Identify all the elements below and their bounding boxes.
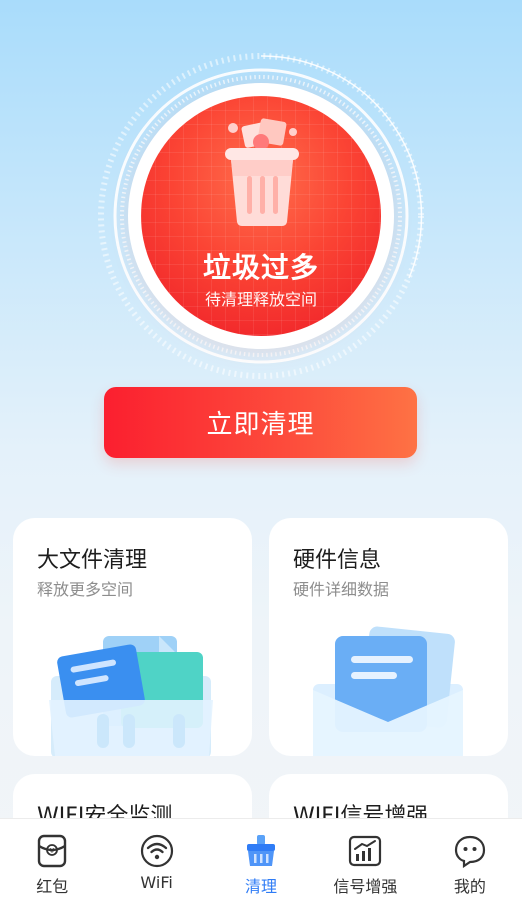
signal-chart-icon <box>348 833 382 869</box>
tab-label: 我的 <box>453 877 486 896</box>
tab-cleanup[interactable]: 清理 <box>209 819 313 898</box>
tab-label: WiFi <box>140 873 173 892</box>
tab-wifi[interactable]: WiFi <box>104 819 208 898</box>
dial-core: 垃圾过多 待清理释放空间 <box>141 96 381 336</box>
card-hardware-info[interactable]: 硬件信息 硬件详细数据 <box>269 518 508 756</box>
card-title: 硬件信息 <box>293 548 382 573</box>
status-title: 垃圾过多 <box>202 251 319 284</box>
svg-text:¥: ¥ <box>50 847 55 855</box>
tab-label: 清理 <box>245 877 278 896</box>
tab-red-envelope[interactable]: ¥ 红包 <box>0 819 104 898</box>
red-envelope-icon: ¥ <box>35 833 69 869</box>
wifi-icon <box>140 833 174 869</box>
card-subtitle: 释放更多空间 <box>37 580 134 599</box>
clean-now-button[interactable]: 立即清理 <box>104 387 417 458</box>
cleanup-status-dial[interactable]: 垃圾过多 待清理释放空间 <box>91 46 431 386</box>
trash-bin-icon <box>225 118 299 226</box>
tab-profile[interactable]: 我的 <box>418 819 522 898</box>
card-large-file-cleanup[interactable]: 大文件清理 释放更多空间 <box>13 518 252 756</box>
profile-icon <box>453 833 487 869</box>
folder-files-icon <box>49 636 213 756</box>
broom-icon <box>244 833 278 869</box>
card-subtitle: 硬件详细数据 <box>293 580 390 599</box>
card-title: 大文件清理 <box>37 548 148 573</box>
document-envelope-icon <box>313 626 463 756</box>
tab-label: 红包 <box>36 877 69 896</box>
tab-label: 信号增强 <box>333 877 398 896</box>
status-subtitle: 待清理释放空间 <box>204 290 317 309</box>
bottom-tab-bar: ¥ 红包 WiFi 清理 信号增强 我的 <box>0 818 522 898</box>
tab-signal-boost[interactable]: 信号增强 <box>313 819 417 898</box>
